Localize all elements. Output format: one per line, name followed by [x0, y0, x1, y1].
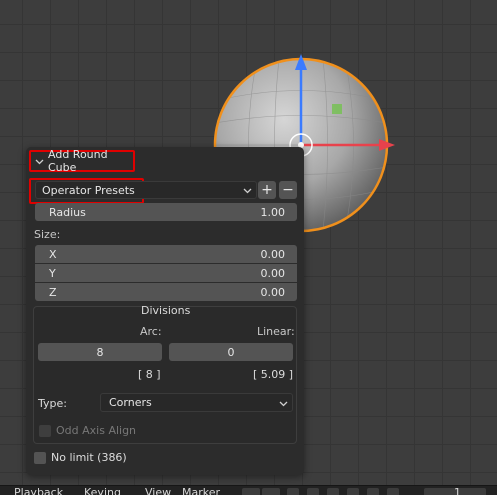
next-keyframe-icon[interactable] — [367, 488, 379, 495]
arc-label: Arc: — [140, 325, 162, 338]
marker-menu[interactable]: Marker — [182, 487, 220, 495]
chevron-down-icon — [243, 185, 252, 198]
record-toggle[interactable] — [242, 488, 260, 495]
operator-panel: Add Round Cube Operator Presets + − Radi… — [26, 147, 304, 475]
remove-preset-button[interactable]: − — [279, 181, 297, 199]
odd-axis-align-label: Odd Axis Align — [56, 424, 137, 437]
divisions-box: Divisions Arc: Linear: 8 0 [ 8 ] [ 5.09 … — [33, 304, 297, 444]
size-y-field[interactable]: Y 0.00 — [35, 264, 297, 282]
linear-label: Linear: — [257, 325, 295, 338]
jump-start-icon[interactable] — [287, 488, 299, 495]
auto-key-toggle[interactable] — [262, 488, 280, 495]
size-label: Size: — [34, 228, 61, 241]
panel-title: Add Round Cube — [48, 148, 108, 174]
play-icon[interactable] — [347, 488, 359, 495]
current-frame-value: 1 — [454, 486, 461, 495]
size-x-value: 0.00 — [260, 247, 286, 261]
no-limit-label: No limit (386) — [51, 451, 127, 464]
operator-presets-dropdown[interactable]: Operator Presets — [35, 181, 257, 199]
presets-label: Operator Presets — [42, 183, 135, 197]
type-label: Type: — [38, 397, 67, 410]
chevron-down-icon — [35, 157, 44, 166]
size-y-value: 0.00 — [260, 266, 286, 280]
size-x-field[interactable]: X 0.00 — [35, 245, 297, 263]
radius-value: 1.00 — [260, 205, 286, 219]
panel-header[interactable]: Add Round Cube — [29, 148, 135, 174]
type-value: Corners — [109, 396, 152, 409]
keying-menu[interactable]: Keying — [84, 487, 121, 495]
view-menu[interactable]: View — [145, 487, 171, 495]
play-reverse-icon[interactable] — [327, 488, 339, 495]
size-z-label: Z — [49, 285, 57, 299]
radius-field[interactable]: Radius 1.00 — [35, 203, 297, 221]
radius-label: Radius — [49, 205, 86, 219]
arc-computed-value: [ 8 ] — [138, 368, 161, 381]
linear-divisions-field[interactable]: 0 — [169, 343, 293, 361]
add-preset-button[interactable]: + — [258, 181, 276, 199]
size-z-field[interactable]: Z 0.00 — [35, 283, 297, 301]
size-x-label: X — [49, 247, 57, 261]
size-y-label: Y — [49, 266, 56, 280]
chevron-down-icon — [279, 398, 288, 411]
timeline-header: Playback Keying View Marker 1 — [0, 485, 497, 495]
size-z-value: 0.00 — [260, 285, 286, 299]
type-dropdown[interactable]: Corners — [100, 393, 293, 412]
no-limit-checkbox[interactable] — [34, 452, 46, 464]
arc-divisions-field[interactable]: 8 — [38, 343, 162, 361]
linear-computed-value: [ 5.09 ] — [253, 368, 294, 381]
playback-menu[interactable]: Playback — [14, 487, 63, 495]
prev-keyframe-icon[interactable] — [307, 488, 319, 495]
divisions-title: Divisions — [141, 304, 191, 317]
odd-axis-align-checkbox[interactable] — [39, 425, 51, 437]
jump-end-icon[interactable] — [387, 488, 399, 495]
